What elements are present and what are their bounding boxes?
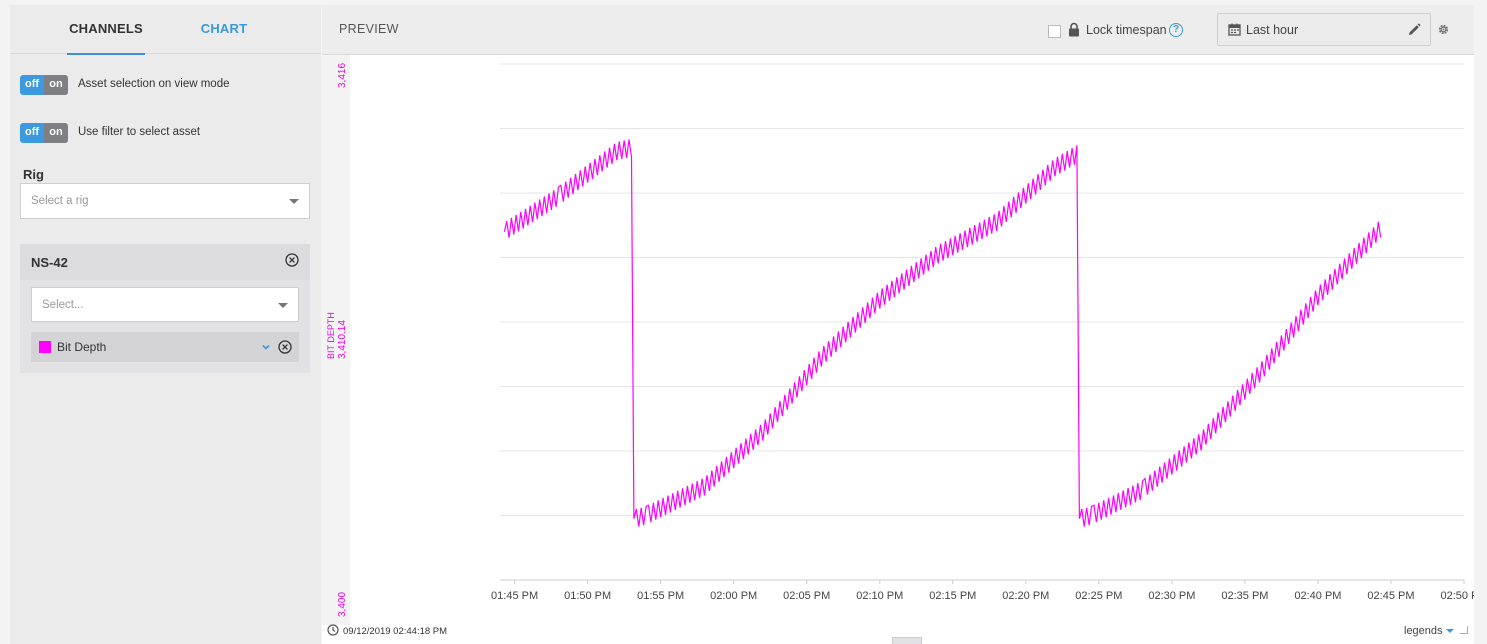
x-tick-label: 02:45 PM: [1367, 590, 1414, 602]
asset-selection-toggle[interactable]: off on: [20, 75, 68, 95]
caret-down-icon: [289, 199, 299, 204]
x-tick-label: 02:50 PM: [1440, 590, 1474, 602]
toggle-on-label: on: [44, 123, 68, 143]
channel-name: Bit Depth: [57, 340, 107, 354]
panel-drag-handle[interactable]: [892, 637, 922, 644]
legends-toggle[interactable]: legends: [1404, 625, 1454, 637]
x-tick-label: 01:50 PM: [564, 590, 611, 602]
series-line-bit-depth[interactable]: [503, 139, 1382, 527]
asset-selection-label: Asset selection on view mode: [78, 78, 230, 90]
rig-label: Rig: [23, 167, 44, 182]
caret-down-icon: [278, 302, 288, 308]
asset-name: NS-42: [31, 255, 68, 270]
preview-panel: PREVIEW Lock timespan ? Last hour 3,416 …: [322, 5, 1474, 644]
caret-down-icon: [1445, 629, 1454, 634]
channel-select[interactable]: Select...: [31, 287, 299, 322]
rig-select-placeholder: Select a rig: [31, 195, 89, 207]
x-tick-label: 01:55 PM: [637, 590, 684, 602]
resize-handle[interactable]: [1460, 626, 1468, 634]
close-circle-icon[interactable]: [285, 253, 299, 267]
x-tick-label: 02:20 PM: [1002, 590, 1049, 602]
x-tick-label: 02:10 PM: [856, 590, 903, 602]
panel-tabs: CHANNELS CHART: [10, 5, 321, 55]
toggle-on-label: on: [44, 75, 68, 95]
tab-channels[interactable]: CHANNELS: [67, 5, 145, 55]
toggle-off-label: off: [20, 123, 44, 143]
x-tick-label: 02:30 PM: [1148, 590, 1195, 602]
clock-icon: [327, 624, 339, 636]
x-tick-label: 02:15 PM: [929, 590, 976, 602]
bit-depth-chart[interactable]: 01:45 PM 01:50 PM 01:55 PM 02:00 PM 02:05 PM…: [322, 5, 1474, 625]
channel-item[interactable]: Bit Depth: [31, 332, 299, 362]
asset-card: NS-42 Select... Bit Depth: [20, 244, 310, 373]
asset-header: NS-42: [20, 244, 310, 280]
toggle-off-label: off: [20, 75, 44, 95]
x-tick-label: 02:05 PM: [783, 590, 830, 602]
filter-toggle[interactable]: off on: [20, 123, 68, 143]
x-tick-label: 02:35 PM: [1221, 590, 1268, 602]
last-updated-timestamp: 09/12/2019 02:44:18 PM: [343, 626, 448, 637]
chevron-down-icon[interactable]: [260, 341, 272, 353]
x-tick-label: 02:25 PM: [1075, 590, 1122, 602]
x-tick-label: 01:45 PM: [491, 590, 538, 602]
channel-color-swatch: [39, 341, 51, 353]
filter-label: Use filter to select asset: [78, 126, 201, 138]
rig-select[interactable]: Select a rig: [20, 183, 310, 219]
legends-label: legends: [1404, 625, 1443, 637]
channel-select-placeholder: Select...: [42, 298, 84, 311]
tab-chart[interactable]: CHART: [190, 5, 258, 54]
channels-panel: CHANNELS CHART off on Asset selection on…: [10, 5, 321, 644]
x-tick-label: 02:00 PM: [710, 590, 757, 602]
x-tick-label: 02:40 PM: [1294, 590, 1341, 602]
remove-channel-icon[interactable]: [278, 340, 292, 354]
